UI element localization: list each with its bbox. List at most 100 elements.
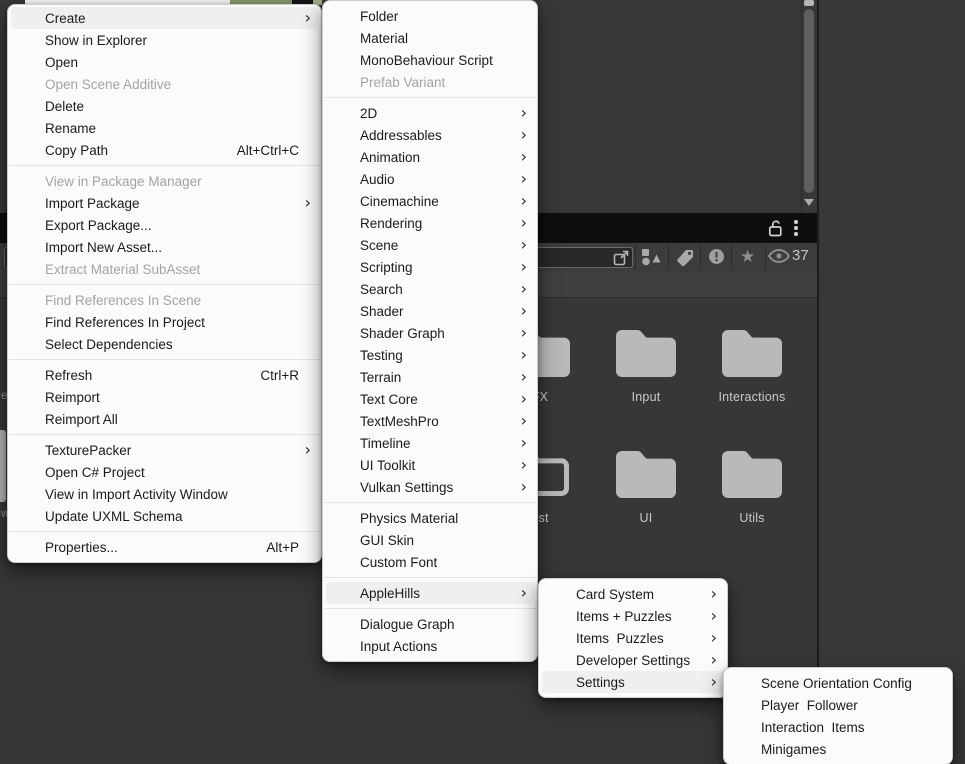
menu-item-texturepacker[interactable]: TexturePacker› xyxy=(8,439,321,461)
chevron-right-icon: › xyxy=(515,215,527,231)
menu-item-label: Terrain xyxy=(360,370,515,385)
folder-icon xyxy=(614,446,678,498)
menu-item-label: Input Actions xyxy=(360,639,527,654)
menu-item-developer-settings[interactable]: Developer Settings› xyxy=(539,649,727,671)
menu-item-show-in-explorer[interactable]: Show in Explorer xyxy=(8,29,321,51)
menu-item-rendering[interactable]: Rendering› xyxy=(323,212,537,234)
menu-item-input-actions[interactable]: Input Actions xyxy=(323,635,537,657)
menu-item-text-core[interactable]: Text Core› xyxy=(323,388,537,410)
menu-item-rename[interactable]: Rename xyxy=(8,117,321,139)
menu-item-shortcut: Alt+Ctrl+C xyxy=(237,143,299,158)
menu-item-folder[interactable]: Folder xyxy=(323,5,537,27)
scrollbar-thumb[interactable] xyxy=(804,9,814,193)
menu-item-open[interactable]: Open xyxy=(8,51,321,73)
menu-item-scripting[interactable]: Scripting› xyxy=(323,256,537,278)
filter-by-label-icon[interactable] xyxy=(675,248,695,268)
filter-by-type-icon[interactable] xyxy=(641,248,663,266)
menu-item-label: Open Scene Additive xyxy=(45,77,311,92)
menu-item-label: TexturePacker xyxy=(45,443,299,458)
menu-item-refresh[interactable]: RefreshCtrl+R xyxy=(8,364,321,386)
menu-item-scene[interactable]: Scene› xyxy=(323,234,537,256)
menu-item-cinemachine[interactable]: Cinemachine› xyxy=(323,190,537,212)
folder-label: Input xyxy=(632,390,661,404)
menu-item-ui-toolkit[interactable]: UI Toolkit› xyxy=(323,454,537,476)
menu-item-label: Open C# Project xyxy=(45,465,311,480)
menu-item-applehills[interactable]: AppleHills› xyxy=(326,582,534,604)
scrollbar-top-stub[interactable] xyxy=(804,0,814,6)
menu-item-minigames[interactable]: Minigames xyxy=(724,738,952,760)
chevron-right-icon: › xyxy=(515,325,527,341)
menu-item-settings[interactable]: Settings› xyxy=(542,671,724,693)
favorites-star-icon[interactable]: ★ xyxy=(740,248,755,265)
menu-item-reimport[interactable]: Reimport xyxy=(8,386,321,408)
menu-item-find-references-in-project[interactable]: Find References In Project xyxy=(8,311,321,333)
menu-item-animation[interactable]: Animation› xyxy=(323,146,537,168)
kebab-menu-icon[interactable] xyxy=(794,220,798,238)
menu-item-audio[interactable]: Audio› xyxy=(323,168,537,190)
menu-item-items-puzzles[interactable]: Items + Puzzles› xyxy=(539,605,727,627)
menu-item-timeline[interactable]: Timeline› xyxy=(323,432,537,454)
menu-item-shader[interactable]: Shader› xyxy=(323,300,537,322)
toolbar-separator xyxy=(635,244,636,270)
menu-item-find-references-in-scene: Find References In Scene xyxy=(8,289,321,311)
menu-item-properties[interactable]: Properties...Alt+P xyxy=(8,536,321,558)
menu-separator xyxy=(324,608,536,609)
menu-item-search[interactable]: Search› xyxy=(323,278,537,300)
menu-item-addressables[interactable]: Addressables› xyxy=(323,124,537,146)
chevron-right-icon: › xyxy=(515,237,527,253)
menu-item-create[interactable]: Create› xyxy=(11,7,318,29)
menu-item-card-system[interactable]: Card System› xyxy=(539,583,727,605)
menu-item-2d[interactable]: 2D› xyxy=(323,102,537,124)
folder-interactions[interactable]: Interactions xyxy=(699,325,805,404)
menu-item-material[interactable]: Material xyxy=(323,27,537,49)
menu-item-testing[interactable]: Testing› xyxy=(323,344,537,366)
menu-item-shortcut: Ctrl+R xyxy=(260,368,299,383)
menu-item-gui-skin[interactable]: GUI Skin xyxy=(323,529,537,551)
menu-item-terrain[interactable]: Terrain› xyxy=(323,366,537,388)
menu-item-label: Reimport xyxy=(45,390,311,405)
menu-item-physics-material[interactable]: Physics Material xyxy=(323,507,537,529)
unlock-icon[interactable] xyxy=(768,219,783,237)
visibility-toggle[interactable]: 37 xyxy=(768,247,809,264)
hidden-packages-icon[interactable] xyxy=(708,248,725,265)
menu-item-import-package[interactable]: Import Package› xyxy=(8,192,321,214)
menu-item-reimport-all[interactable]: Reimport All xyxy=(8,408,321,430)
folder-input[interactable]: Input xyxy=(593,325,699,404)
menu-item-open-c-project[interactable]: Open C# Project xyxy=(8,461,321,483)
menu-item-custom-font[interactable]: Custom Font xyxy=(323,551,537,573)
folder-ui[interactable]: UI xyxy=(593,446,699,525)
menu-item-textmeshpro[interactable]: TextMeshPro› xyxy=(323,410,537,432)
menu-item-label: Open xyxy=(45,55,311,70)
scrollbar-down-arrow-icon[interactable] xyxy=(804,199,814,206)
toolbar-separator xyxy=(731,244,732,270)
clipped-scrollbar xyxy=(0,430,6,502)
menu-item-export-package[interactable]: Export Package... xyxy=(8,214,321,236)
menu-item-view-in-import-activity-window[interactable]: View in Import Activity Window xyxy=(8,483,321,505)
menu-item-label: Update UXML Schema xyxy=(45,509,311,524)
visibility-count: 37 xyxy=(792,247,809,264)
folder-utils[interactable]: Utils xyxy=(699,446,805,525)
menu-item-items-puzzles[interactable]: Items Puzzles› xyxy=(539,627,727,649)
vertical-scrollbar[interactable] xyxy=(801,0,817,212)
menu-item-player-follower[interactable]: Player Follower xyxy=(724,694,952,716)
menu-item-dialogue-graph[interactable]: Dialogue Graph xyxy=(323,613,537,635)
menu-item-shader-graph[interactable]: Shader Graph› xyxy=(323,322,537,344)
menu-item-label: UI Toolkit xyxy=(360,458,515,473)
chevron-right-icon: › xyxy=(515,391,527,407)
toolbar-separator xyxy=(765,244,766,270)
menu-item-shortcut: Alt+P xyxy=(266,540,299,555)
menu-item-update-uxml-schema[interactable]: Update UXML Schema xyxy=(8,505,321,527)
chevron-right-icon: › xyxy=(515,127,527,143)
menu-separator xyxy=(9,284,320,285)
create-submenu: FolderMaterialMonoBehaviour ScriptPrefab… xyxy=(322,0,538,662)
open-in-window-icon[interactable] xyxy=(613,249,630,266)
chevron-right-icon: › xyxy=(515,369,527,385)
menu-item-vulkan-settings[interactable]: Vulkan Settings› xyxy=(323,476,537,498)
menu-item-copy-path[interactable]: Copy PathAlt+Ctrl+C xyxy=(8,139,321,161)
menu-item-monobehaviour-script[interactable]: MonoBehaviour Script xyxy=(323,49,537,71)
menu-item-scene-orientation-config[interactable]: Scene Orientation Config xyxy=(724,672,952,694)
menu-item-interaction-items[interactable]: Interaction Items xyxy=(724,716,952,738)
menu-item-import-new-asset[interactable]: Import New Asset... xyxy=(8,236,321,258)
menu-item-select-dependencies[interactable]: Select Dependencies xyxy=(8,333,321,355)
menu-item-delete[interactable]: Delete xyxy=(8,95,321,117)
